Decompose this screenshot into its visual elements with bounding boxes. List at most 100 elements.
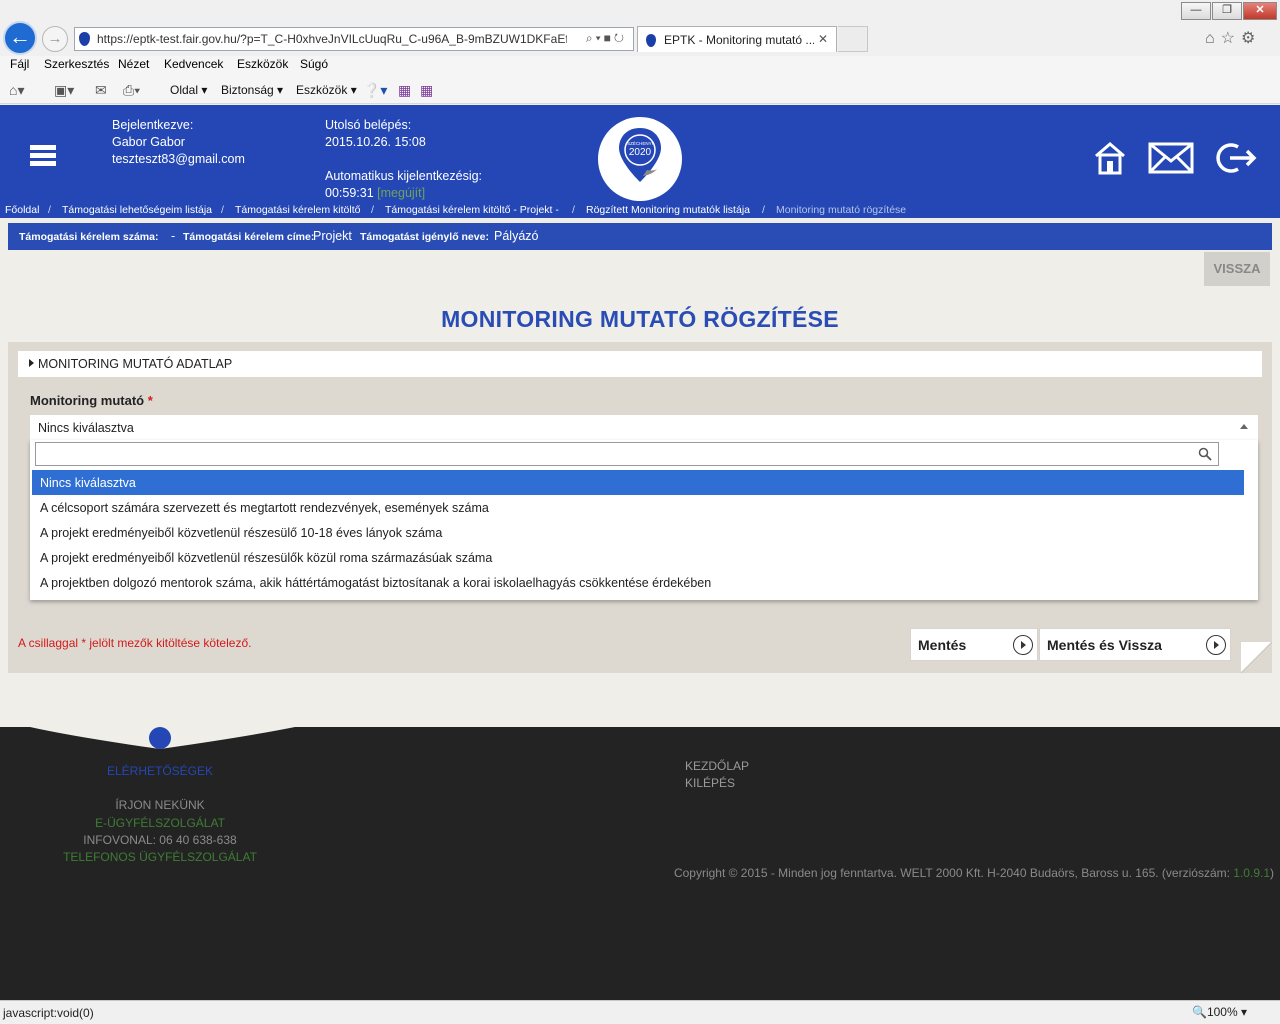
application-title-label: Támogatási kérelem címe:	[183, 231, 315, 243]
dropdown-option[interactable]: A projekt eredményeiből közvetlenül rész…	[32, 520, 1244, 545]
form-panel: MONITORING MUTATÓ ADATLAP Monitoring mut…	[8, 342, 1272, 673]
search-icon	[1198, 447, 1212, 461]
breadcrumb-separator: /	[762, 204, 765, 216]
home-icon[interactable]	[1094, 141, 1126, 175]
selected-value: Nincs kiválasztva	[38, 421, 134, 435]
menu-view[interactable]: Nézet	[118, 57, 149, 71]
back-button[interactable]: VISSZA	[1204, 252, 1270, 286]
logged-in-label: Bejelentkezve:	[112, 118, 194, 132]
site-header: Bejelentkezve: Gabor Gabor teszteszt83@g…	[0, 105, 1280, 218]
browser-title-bar: ← → https://eptk-test.fair.gov.hu/?p=T_C…	[0, 0, 1280, 56]
browser-tab[interactable]: EPTK - Monitoring mutató ... ✕	[637, 26, 837, 52]
addon-icon[interactable]: ▦	[420, 82, 433, 99]
home-icon[interactable]: ⌂▾	[9, 82, 24, 99]
select-dropdown: Nincs kiválasztva A célcsoport számára s…	[30, 440, 1258, 600]
mail-icon[interactable]	[1148, 141, 1194, 175]
zoom-level: 100%	[1206, 1005, 1238, 1019]
copyright-text: Copyright © 2015 - Minden jog fenntartva…	[673, 866, 1230, 880]
breadcrumb-separator: /	[48, 204, 51, 216]
new-tab-button[interactable]	[838, 26, 868, 52]
hamburger-menu-icon[interactable]	[30, 145, 56, 177]
breadcrumb-item[interactable]: Főoldal	[5, 204, 39, 216]
forward-arrow-icon[interactable]: →	[42, 26, 68, 52]
page-title: MONITORING MUTATÓ RÖGZÍTÉSE	[441, 306, 839, 332]
copyright: Copyright © 2015 - Minden jog fenntartva…	[674, 866, 1274, 880]
footer-phone-service-link[interactable]: TELEFONOS ÜGYFÉLSZOLGÁLAT	[0, 850, 320, 864]
footer-home-link[interactable]: KEZDŐLAP	[685, 759, 749, 773]
maximize-icon[interactable]: ❐	[1212, 2, 1242, 20]
print-icon[interactable]: ⎙▾	[123, 82, 140, 99]
cmd-page[interactable]: Oldal ▾	[170, 83, 207, 97]
footer-write-us-link[interactable]: ÍRJON NEKÜNK	[0, 798, 320, 812]
tab-favicon-icon	[646, 34, 656, 47]
close-window-icon[interactable]: ✕	[1243, 2, 1277, 20]
breadcrumb-item[interactable]: Rögzített Monitoring mutatók listája	[586, 204, 750, 216]
application-info-bar: Támogatási kérelem száma: - Támogatási k…	[8, 223, 1272, 250]
footer-wave	[0, 727, 1280, 757]
application-number-label: Támogatási kérelem száma:	[19, 231, 159, 243]
monitoring-indicator-label: Monitoring mutató *	[30, 393, 153, 408]
footer-infoline: INFOVONAL: 06 40 638-638	[83, 833, 237, 847]
breadcrumb-item[interactable]: Támogatási kérelem kitöltő	[235, 204, 360, 216]
user-email: teszteszt83@gmail.com	[112, 152, 245, 166]
cmd-security[interactable]: Biztonság ▾	[221, 83, 283, 97]
logo-text-year: 2020	[629, 147, 652, 158]
menu-help[interactable]: Súgó	[300, 57, 328, 71]
url-text[interactable]: https://eptk-test.fair.gov.hu/?p=T_C-H0x…	[97, 32, 567, 46]
footer-dot	[149, 727, 171, 749]
footer-e-service-link[interactable]: E-ÜGYFÉLSZOLGÁLAT	[0, 816, 320, 830]
auto-logout: Automatikus kijelentkezésig: 00:59:31 [m…	[325, 168, 482, 202]
breadcrumb-item[interactable]: Támogatási lehetőségeim listája	[62, 204, 212, 216]
menu-file[interactable]: Fájl	[10, 57, 29, 71]
breadcrumb: Főoldal / Támogatási lehetőségeim listáj…	[0, 203, 1280, 218]
cmd-page-label: Oldal	[170, 83, 199, 97]
user-name: Gabor Gabor	[112, 135, 185, 149]
required-star: *	[147, 393, 153, 408]
breadcrumb-item[interactable]: Támogatási kérelem kitöltő - Projekt -	[385, 204, 559, 216]
address-actions-icon[interactable]: ⌕▾■↻	[586, 31, 627, 46]
cmd-tools[interactable]: Eszközök ▾	[296, 83, 357, 97]
dropdown-option[interactable]: A projektben dolgozó mentorok száma, aki…	[32, 570, 1244, 595]
minimize-icon[interactable]: —	[1181, 2, 1211, 20]
back-arrow-icon[interactable]: ←	[3, 21, 37, 55]
section-title: MONITORING MUTATÓ ADATLAP	[38, 357, 233, 371]
dropdown-option[interactable]: A célcsoport számára szervezett és megta…	[32, 495, 1244, 520]
expand-arrow-icon	[29, 359, 34, 367]
monitoring-indicator-select[interactable]: Nincs kiválasztva	[30, 415, 1258, 440]
addon-icon[interactable]: ▦	[398, 82, 411, 99]
last-login-value: 2015.10.26. 15:08	[325, 135, 426, 149]
feed-icon[interactable]: ▣▾	[54, 82, 74, 99]
save-and-back-button[interactable]: Mentés és Vissza	[1039, 628, 1231, 661]
renew-session-link[interactable]: [megújít]	[377, 186, 425, 200]
copyright-end: )	[1270, 866, 1274, 880]
last-login-label: Utolsó belépés:	[325, 118, 412, 132]
tab-close-icon[interactable]: ✕	[818, 32, 828, 46]
dropdown-option[interactable]: Nincs kiválasztva	[32, 470, 1244, 495]
dropdown-option[interactable]: A projekt eredményeiből közvetlenül rész…	[32, 545, 1244, 570]
save-button-label: Mentés	[918, 637, 967, 653]
status-bar: javascript:void(0) 🔍100% ▾	[0, 1000, 1280, 1024]
status-text: javascript:void(0)	[3, 1006, 94, 1020]
menu-tools[interactable]: Eszközök	[237, 57, 288, 71]
page-corner-fold	[1241, 642, 1272, 673]
required-fields-note: A csillaggal * jelölt mezők kitöltése kö…	[18, 636, 252, 650]
zoom-control[interactable]: 🔍100% ▾	[1192, 1005, 1247, 1019]
application-number-value: -	[171, 229, 176, 243]
applicant-name-label: Támogatást igénylő neve:	[360, 231, 489, 243]
applicant-name-value: Pályázó	[494, 229, 539, 243]
menu-favorites[interactable]: Kedvencek	[164, 57, 223, 71]
address-bar[interactable]: https://eptk-test.fair.gov.hu/?p=T_C-H0x…	[74, 27, 634, 51]
home-star-gear-icon[interactable]: ⌂☆⚙	[1205, 28, 1261, 48]
section-header[interactable]: MONITORING MUTATÓ ADATLAP	[18, 351, 1262, 377]
menu-edit[interactable]: Szerkesztés	[44, 57, 109, 71]
save-button[interactable]: Mentés	[910, 628, 1038, 661]
mail-icon[interactable]: ✉	[95, 82, 107, 99]
footer-logout-link[interactable]: KILÉPÉS	[685, 776, 735, 790]
play-circle-icon	[1013, 635, 1033, 655]
breadcrumb-separator: /	[572, 204, 575, 216]
application-title-value: Projekt	[313, 229, 352, 243]
logout-icon[interactable]	[1216, 141, 1258, 175]
dropdown-search-input[interactable]	[35, 442, 1219, 466]
help-icon[interactable]: ❔▾	[363, 82, 387, 99]
cmd-security-label: Biztonság	[221, 83, 274, 97]
